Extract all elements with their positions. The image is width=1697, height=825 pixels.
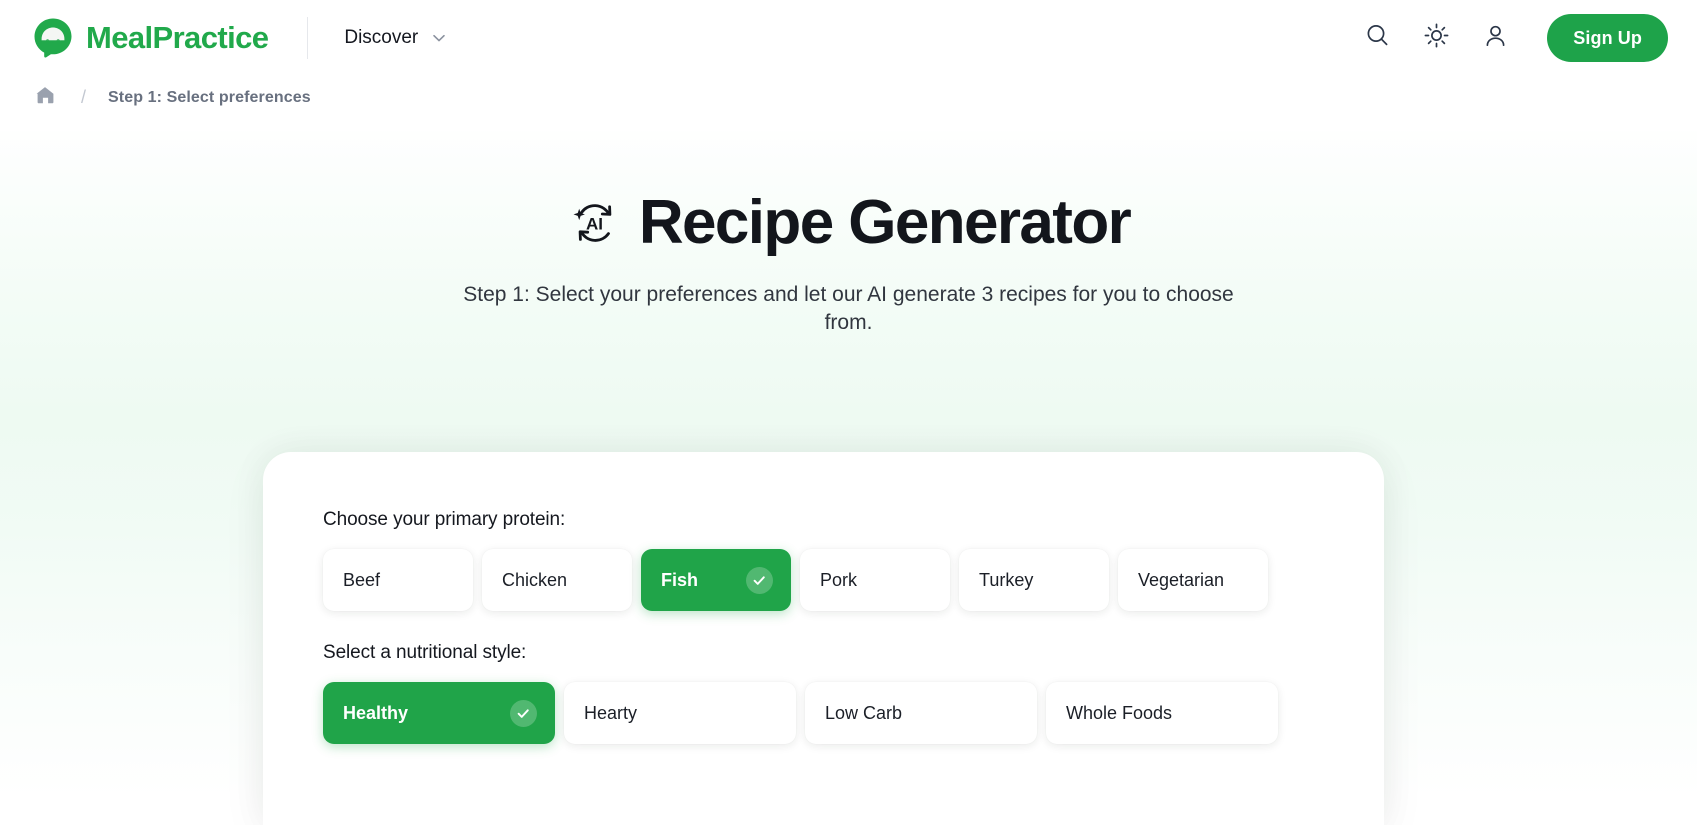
protein-option-fish-label: Fish	[661, 569, 699, 590]
nav-divider	[307, 17, 309, 59]
nutrition-field-label: Select a nutritional style:	[323, 642, 527, 663]
protein-option-vegetarian[interactable]: Vegetarian	[1118, 549, 1268, 611]
protein-option-chicken-label: Chicken	[502, 569, 568, 590]
top-navigation-bar: MealPractice Discover Sign Up	[0, 0, 1697, 76]
protein-field-label: Choose your primary protein:	[323, 509, 566, 530]
page-root: MealPractice Discover Sign Up / Step 1: …	[0, 0, 1697, 825]
brand-name: MealPractice	[86, 20, 269, 55]
protein-option-beef[interactable]: Beef	[323, 549, 473, 611]
svg-text:AI: AI	[586, 214, 603, 233]
search-button[interactable]	[1355, 16, 1399, 60]
nav-item-discover[interactable]: Discover	[342, 21, 450, 55]
home-icon	[34, 84, 56, 111]
theme-toggle-button[interactable]	[1414, 16, 1458, 60]
protein-option-turkey[interactable]: Turkey	[959, 549, 1109, 611]
nutrition-option-whole-foods-label: Whole Foods	[1066, 702, 1173, 723]
sign-up-button[interactable]: Sign Up	[1547, 14, 1668, 62]
hero-content: AI Recipe Generator Step 1: Select your …	[0, 124, 1697, 337]
protein-option-row: Beef Chicken Fish Pork Turkey Vegetarian	[323, 540, 1324, 620]
search-icon	[1364, 22, 1391, 54]
breadcrumb-home-link[interactable]	[32, 82, 58, 113]
check-circle-icon	[510, 699, 537, 727]
preferences-card: Choose your primary protein: Beef Chicke…	[263, 452, 1384, 825]
protein-option-vegetarian-label: Vegetarian	[1138, 569, 1225, 590]
nutrition-option-low-carb-label: Low Carb	[825, 702, 903, 723]
mealpractice-logo-icon	[31, 16, 75, 60]
protein-option-fish[interactable]: Fish	[641, 549, 791, 611]
nav-item-discover-label: Discover	[344, 27, 419, 48]
nutrition-option-whole-foods[interactable]: Whole Foods	[1046, 682, 1278, 744]
breadcrumb-separator: /	[81, 87, 87, 107]
chevron-down-icon	[430, 29, 448, 47]
nutrition-option-row: Healthy Hearty Low Carb Whole Foods	[323, 673, 1324, 753]
protein-option-turkey-label: Turkey	[979, 569, 1034, 590]
page-subtitle: Step 1: Select your preferences and let …	[463, 283, 1234, 335]
nutrition-option-healthy-label: Healthy	[343, 702, 409, 723]
nutrition-option-low-carb[interactable]: Low Carb	[805, 682, 1037, 744]
protein-option-chicken[interactable]: Chicken	[482, 549, 632, 611]
account-button[interactable]	[1473, 16, 1517, 60]
sun-icon	[1423, 22, 1450, 54]
page-title: Recipe Generator	[638, 188, 1132, 257]
protein-option-pork[interactable]: Pork	[800, 549, 950, 611]
brand-logo-link[interactable]: MealPractice	[31, 16, 269, 60]
protein-option-pork-label: Pork	[820, 569, 858, 590]
nutrition-option-hearty[interactable]: Hearty	[564, 682, 796, 744]
nutrition-option-hearty-label: Hearty	[584, 702, 638, 723]
nutrition-option-healthy[interactable]: Healthy	[323, 682, 555, 744]
check-circle-icon	[746, 566, 773, 594]
page-title-row: AI Recipe Generator	[0, 190, 1697, 255]
protein-option-beef-label: Beef	[343, 569, 381, 590]
hero-section: AI Recipe Generator Step 1: Select your …	[0, 124, 1697, 825]
breadcrumb-current: Step 1: Select preferences	[108, 88, 311, 106]
ai-refresh-icon: AI	[567, 196, 621, 250]
user-icon	[1482, 22, 1509, 54]
breadcrumb: / Step 1: Select preferences	[0, 76, 1697, 131]
